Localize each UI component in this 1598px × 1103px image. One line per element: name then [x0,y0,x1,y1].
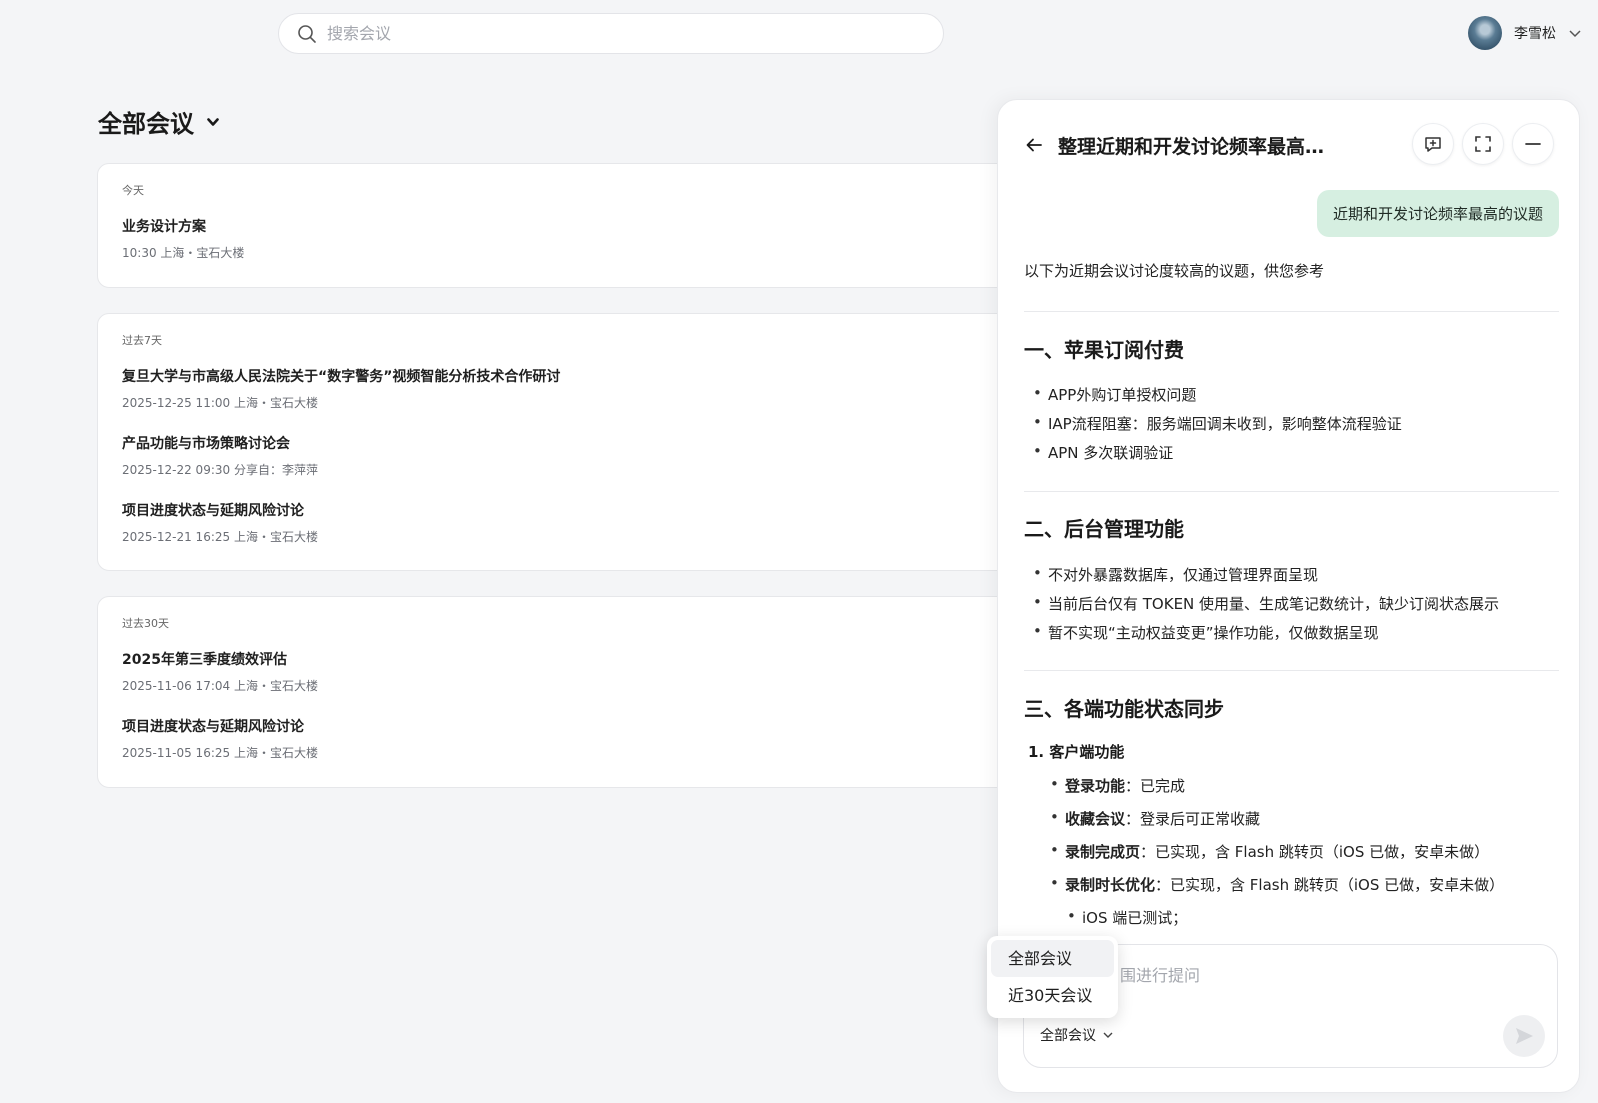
meeting-meta: 2025-11-06 17:04 上海・宝石大楼 [122,679,318,693]
meeting-title: 项目进度状态与延期风险讨论 [122,719,304,735]
meeting-meta: 2025-12-25 11:00 上海・宝石大楼 [122,396,318,410]
fullscreen-button[interactable] [1462,123,1504,165]
feature-item: 录制完成页：已实现，含 Flash 跳转页（iOS 已做，安卓未做） [1050,841,1490,862]
meeting-meta: 2025-11-05 16:25 上海・宝石大楼 [122,746,318,760]
back-arrow-icon[interactable] [1024,135,1044,155]
search-bar[interactable] [278,13,944,54]
list-item[interactable]: 产品功能与市场策略讨论会 2025-12-22 09:30 分享自：李萍萍 [122,433,1112,478]
composer-placeholder[interactable]: 围进行提问 [1120,962,1200,986]
user-name: 李雪松 [1514,26,1556,42]
scope-dropdown: 全部会议 近30天会议 [987,936,1118,1018]
scope-selector[interactable]: 全部会议 [1040,1025,1114,1045]
divider [1024,311,1559,312]
section-title: 二、后台管理功能 [1024,517,1184,541]
feature-value: ：已实现，含 Flash 跳转页（iOS 已做，安卓未做） [1155,876,1505,894]
meeting-title: 2025年第三季度绩效评估 [122,652,287,668]
group-label: 今天 [122,184,144,197]
meeting-meta: 2025-12-21 16:25 上海・宝石大楼 [122,530,318,544]
bullet-item: 暂不实现“主动权益变更”操作功能，仅做数据呈现 [1033,622,1379,643]
avatar[interactable] [1468,16,1502,50]
send-icon [1516,1028,1533,1044]
nested-item: iOS 端已测试； [1067,907,1187,928]
answer-intro: 以下为近期会议讨论度较高的议题，供您参考 [1024,262,1325,280]
list-item[interactable]: 项目进度状态与延期风险讨论 2025-11-05 16:25 上海・宝石大楼 [122,716,1112,761]
section-title: 一、苹果订阅付费 [1024,338,1184,362]
bullet-item: IAP流程阻塞：服务端回调未收到，影响整体流程验证 [1033,413,1402,434]
meeting-meta: 2025-12-22 09:30 分享自：李萍萍 [122,463,318,477]
feature-key: 录制时长优化 [1065,876,1156,894]
divider [1024,491,1559,492]
user-message: 近期和开发讨论频率最高的议题 [1316,190,1559,237]
group-label: 过去7天 [122,334,162,347]
meeting-title: 业务设计方案 [122,219,206,235]
feature-value: ：已实现，含 Flash 跳转页（iOS 已做，安卓未做） [1140,843,1490,861]
bullet-item: APP外购订单授权问题 [1033,384,1196,405]
bullet-item: APN 多次联调验证 [1033,442,1173,463]
feature-key: 登录功能 [1065,777,1126,795]
feature-key: 录制完成页 [1065,843,1141,861]
feature-item: 登录功能：已完成 [1050,775,1186,796]
bullet-item: 不对外暴露数据库，仅通过管理界面呈现 [1033,564,1318,585]
section-title: 三、各端功能状态同步 [1024,697,1224,721]
chevron-down-icon[interactable] [1568,26,1582,40]
scope-label: 全部会议 [1040,1028,1096,1044]
search-input[interactable] [327,24,887,43]
feature-value: ：已完成 [1125,777,1186,795]
fullscreen-icon [1475,136,1491,152]
meeting-title: 产品功能与市场策略讨论会 [122,436,290,452]
feature-item: 录制时长优化：已实现，含 Flash 跳转页（iOS 已做，安卓未做） [1050,874,1505,895]
dropdown-option-all[interactable]: 全部会议 [991,940,1114,977]
meeting-group-7days: 过去7天 复旦大学与市高级人民法院关于“数字警务”视频智能分析技术合作研讨 20… [97,313,1137,571]
list-item[interactable]: 复旦大学与市高级人民法院关于“数字警务”视频智能分析技术合作研讨 2025-12… [122,366,1112,411]
minimize-button[interactable] [1512,123,1554,165]
chevron-down-icon [1103,1032,1113,1038]
meeting-meta: 10:30 上海・宝石大楼 [122,246,245,260]
numbered-heading: 1. 客户端功能 [1028,743,1125,761]
minimize-icon [1525,143,1541,145]
list-item[interactable]: 项目进度状态与延期风险讨论 2025-12-21 16:25 上海・宝石大楼 [122,500,1112,545]
meeting-group-30days: 过去30天 2025年第三季度绩效评估 2025-11-06 17:04 上海・… [97,596,1137,788]
search-icon [298,24,316,43]
meeting-title: 项目进度状态与延期风险讨论 [122,503,304,519]
bullet-item: 当前后台仅有 TOKEN 使用量、生成笔记数统计，缺少订阅状态展示 [1033,593,1499,614]
divider [1024,670,1559,671]
feature-item: 收藏会议：登录后可正常收藏 [1050,808,1261,829]
page-title-text: 全部会议 [98,110,194,138]
feature-value: ：登录后可正常收藏 [1125,810,1261,828]
dropdown-option-30days[interactable]: 近30天会议 [991,977,1114,1014]
meeting-group-today: 今天 业务设计方案 10:30 上海・宝石大楼 [97,163,1137,288]
feature-key: 收藏会议 [1065,810,1126,828]
group-label: 过去30天 [122,617,169,630]
chevron-down-icon[interactable] [206,115,220,129]
list-item[interactable]: 2025年第三季度绩效评估 2025-11-06 17:04 上海・宝石大楼 [122,649,1112,694]
user-menu[interactable]: 李雪松 [1468,16,1582,50]
list-item[interactable]: 业务设计方案 10:30 上海・宝石大楼 [122,216,1112,261]
new-chat-button[interactable] [1412,123,1454,165]
new-chat-icon [1425,137,1441,152]
send-button[interactable] [1503,1015,1545,1057]
page-title[interactable]: 全部会议 [98,104,220,139]
meeting-title: 复旦大学与市高级人民法院关于“数字警务”视频智能分析技术合作研讨 [122,369,561,385]
panel-title: 整理近期和开发讨论频率最高… [1058,135,1325,158]
